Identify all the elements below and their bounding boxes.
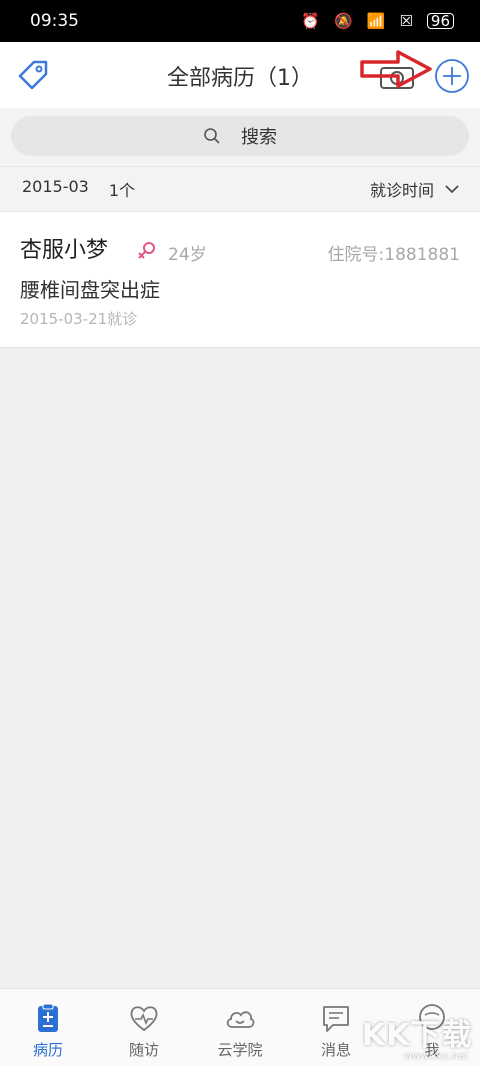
- mute-icon: 🔕: [334, 11, 353, 30]
- tab-label: 消息: [320, 1041, 351, 1059]
- status-time: 09:35: [30, 11, 79, 31]
- search-icon: [204, 128, 220, 144]
- sort-dropdown[interactable]: 就诊时间: [370, 177, 460, 201]
- visit-date: 2015-03-21就诊: [20, 310, 138, 328]
- arrow-annotation-icon: [360, 50, 432, 88]
- status-bar: 09:35 ⏰ 🔕 📶 ☒ 96: [0, 0, 480, 42]
- chat-icon: [323, 1006, 349, 1032]
- search-input[interactable]: 搜索: [11, 116, 469, 156]
- group-month: 2015-03: [22, 177, 89, 196]
- tab-label: 病历: [32, 1041, 63, 1059]
- app-header: 全部病历（1）: [0, 42, 480, 108]
- patient-name: 杏服小梦: [20, 238, 109, 263]
- diagnosis: 腰椎间盘突出症: [20, 278, 160, 302]
- chevron-down-icon: [445, 185, 459, 194]
- search-placeholder: 搜索: [241, 127, 277, 148]
- clipboard-icon: [38, 1003, 58, 1032]
- tab-label: 随访: [128, 1041, 159, 1059]
- wifi-icon: 📶: [366, 11, 386, 30]
- heart-pulse-icon: [130, 1006, 158, 1032]
- tab-label: 云学院: [217, 1041, 263, 1059]
- tab-records[interactable]: 病历: [0, 989, 96, 1066]
- group-count: 1个: [108, 181, 136, 200]
- add-record-button[interactable]: [434, 58, 470, 94]
- tab-followup[interactable]: 随访: [96, 989, 192, 1066]
- alarm-icon: ⏰: [301, 11, 321, 30]
- search-bar: 搜索: [0, 108, 480, 166]
- sort-label: 就诊时间: [369, 181, 434, 200]
- cloud-icon: [226, 1011, 255, 1028]
- battery-icon: 96: [426, 13, 454, 29]
- patient-age: 24岁: [168, 245, 207, 265]
- watermark-url: www.kkx.net: [404, 1051, 468, 1062]
- female-icon: [138, 242, 155, 259]
- group-header: 2015-03 1个 就诊时间: [0, 166, 480, 212]
- tab-cloud-academy[interactable]: 云学院: [192, 989, 288, 1066]
- status-icons: ⏰ 🔕 📶 ☒ 96: [301, 13, 454, 29]
- sim-icon: ☒: [399, 11, 413, 30]
- hospital-number: 住院号:1881881: [327, 245, 460, 265]
- record-list-item[interactable]: 杏服小梦 24岁 住院号:1881881 腰椎间盘突出症 2015-03-21就…: [0, 212, 480, 348]
